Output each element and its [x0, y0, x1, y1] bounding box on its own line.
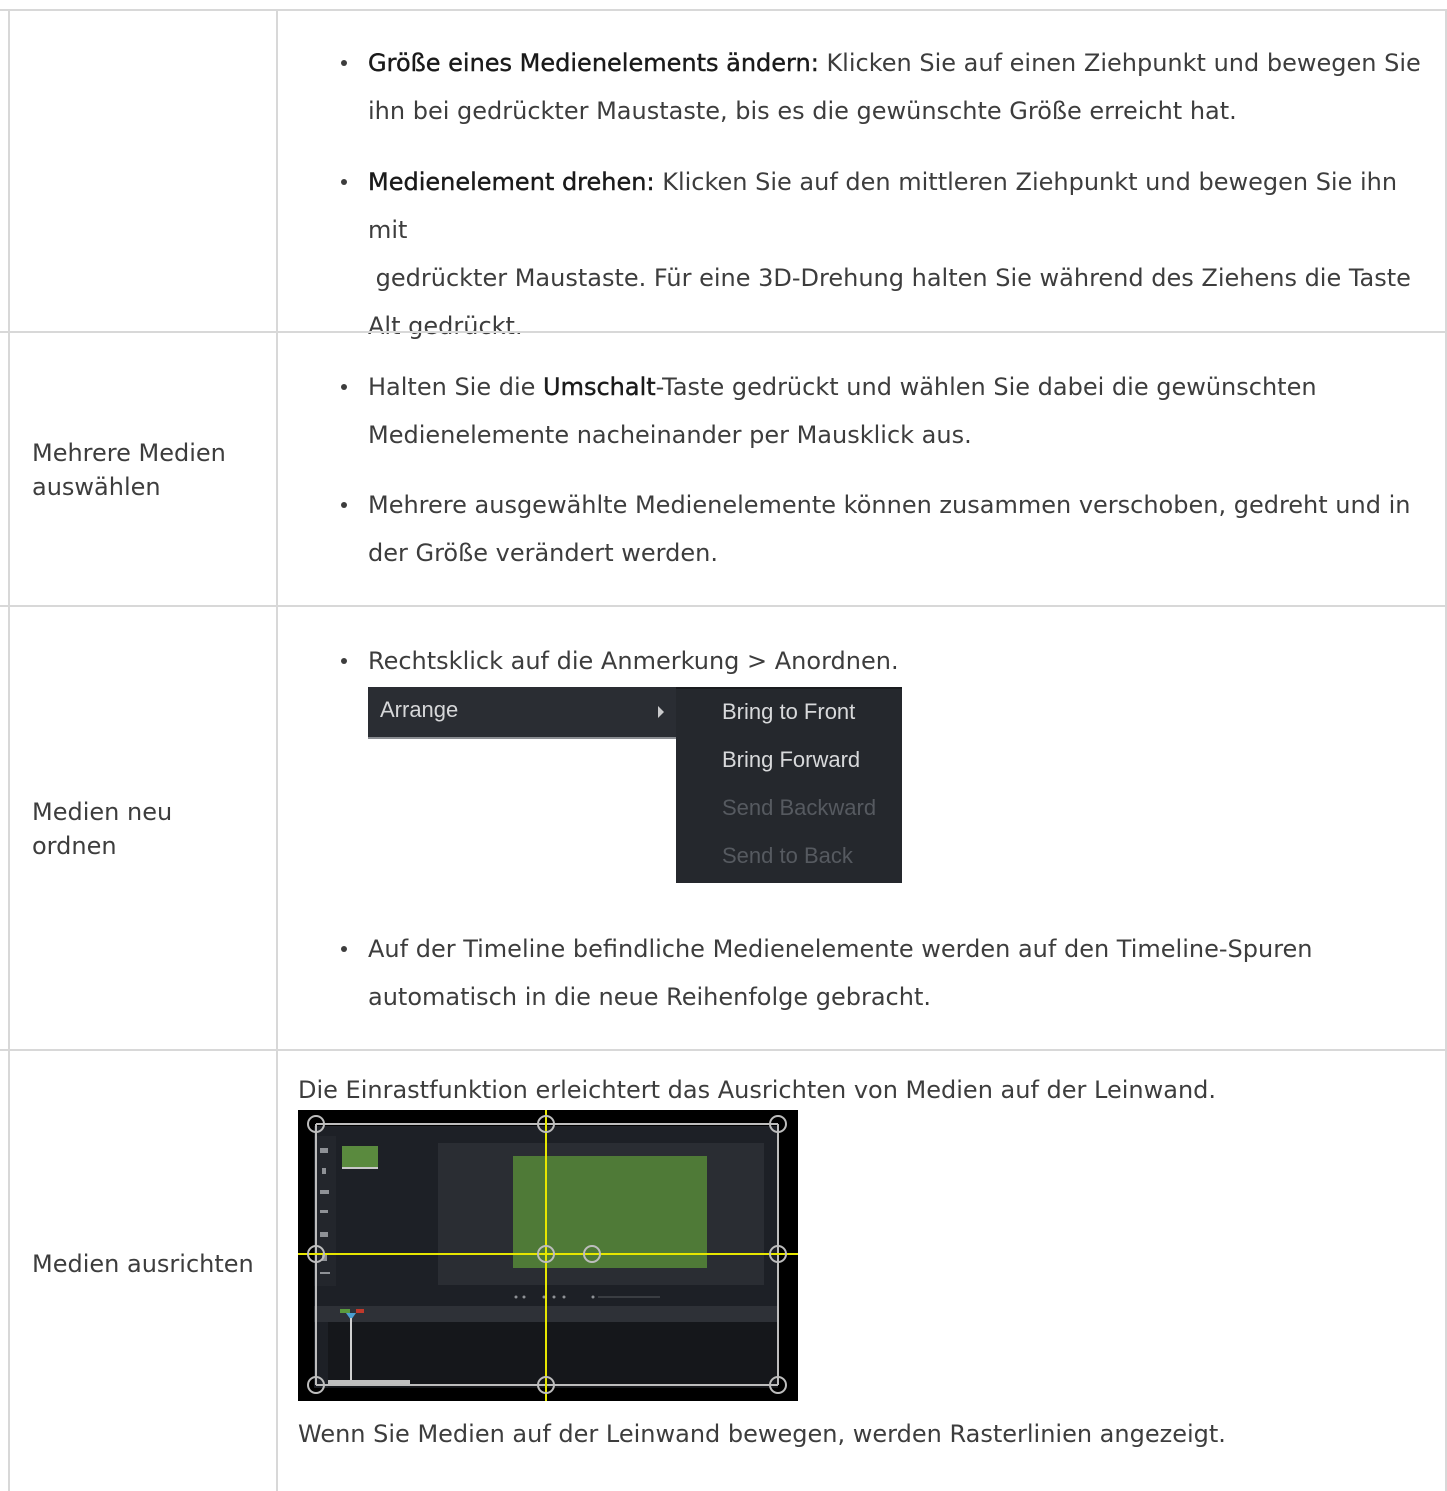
- row-label: Medien neu ordnen: [32, 798, 173, 860]
- canvas-illustration: [298, 1110, 798, 1401]
- row-content-cell: Rechtsklick auf die Anmerkung > Anordnen…: [276, 607, 1447, 1051]
- row-label: Mehrere Medien auswählen: [32, 439, 226, 501]
- list-item-timeline-order: Auf der Timeline befindliche Medieneleme…: [341, 925, 1432, 1021]
- row-content-cell: Die Einrastfunktion erleichtert das Ausr…: [276, 1051, 1447, 1491]
- menu-item-bring-to-front[interactable]: Bring to Front: [722, 699, 855, 725]
- align-outro-text: Wenn Sie Medien auf der Leinwand bewegen…: [298, 1420, 1226, 1448]
- table-row-multi-select: Mehrere Medien auswählen Halten Sie die …: [0, 331, 1447, 607]
- align-intro-text: Die Einrastfunktion erleichtert das Ausr…: [298, 1076, 1217, 1104]
- bold-term: Medienelement drehen:: [368, 168, 655, 196]
- list-item-multi-transform: Mehrere ausgewählte Medienelemente könne…: [341, 481, 1432, 577]
- list-item-resize: Größe eines Medienelements ändern: Klick…: [341, 39, 1432, 135]
- table-row-align: Medien ausrichten Die Einrastfunktion er…: [0, 1049, 1447, 1491]
- arrange-menu-screenshot: Arrange Bring to Front Bring Forward Sen…: [368, 687, 902, 883]
- row-content-cell: Größe eines Medienelements ändern: Klick…: [276, 11, 1447, 340]
- list-item-shift-select: Halten Sie die Umschalt-Taste gedrückt u…: [341, 363, 1432, 459]
- row-label-cell: Medien neu ordnen: [8, 607, 278, 1051]
- menu-item-bring-forward[interactable]: Bring Forward: [722, 747, 860, 773]
- list-item-rotate: Medienelement drehen: Klicken Sie auf de…: [341, 158, 1432, 350]
- row-label: Medien ausrichten: [32, 1250, 254, 1278]
- item-text: Klicken Sie auf einen Ziehpunkt und bewe…: [826, 49, 1421, 77]
- bold-term: Größe eines Medienelements ändern:: [368, 49, 819, 77]
- submenu-arrow-icon: [658, 706, 664, 718]
- row-label-cell: [8, 11, 278, 333]
- menu-item-send-backward: Send Backward: [722, 795, 877, 820]
- item-text: ihn bei gedrückter Maustaste, bis es die…: [368, 97, 1237, 125]
- table-row-arrange: Medien neu ordnen Rechtsklick auf die An…: [0, 605, 1447, 1051]
- table-row-resize-rotate: Größe eines Medienelements ändern: Klick…: [0, 9, 1447, 340]
- menu-item-send-to-back: Send to Back: [722, 843, 853, 868]
- row-label-cell: Mehrere Medien auswählen: [8, 333, 278, 607]
- row-content-cell: Halten Sie die Umschalt-Taste gedrückt u…: [276, 333, 1447, 607]
- row-label-cell: Medien ausrichten: [8, 1051, 278, 1491]
- arrange-submenu: Bring to Front Bring Forward Send Backwa…: [676, 687, 902, 883]
- item-text: gedrückter Maustaste. Für eine 3D-Drehun…: [368, 264, 1411, 292]
- list-item-right-click: Rechtsklick auf die Anmerkung > Anordnen…: [341, 637, 1432, 685]
- canvas-snapping-screenshot: [298, 1110, 798, 1401]
- bold-term: Umschalt: [543, 373, 656, 401]
- arrange-menu-item[interactable]: Arrange: [368, 687, 678, 739]
